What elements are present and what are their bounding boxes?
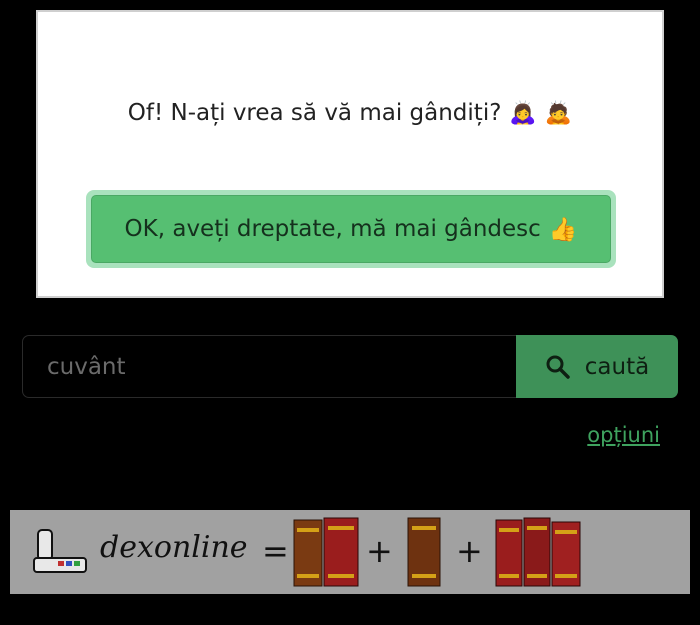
plus-sign-2: +	[456, 532, 483, 570]
search-button[interactable]: caută	[516, 335, 678, 398]
search-button-label: caută	[584, 353, 650, 380]
search-icon	[546, 355, 570, 379]
computer-icon	[33, 529, 87, 573]
thumbs-up-icon: 👍	[548, 216, 578, 243]
dexonline-banner: dexonline = + +	[10, 510, 690, 594]
options-link[interactable]: opțiuni	[587, 423, 660, 447]
bowing-woman-emoji: 🙇‍♀️	[509, 100, 537, 126]
search-form: caută	[22, 335, 678, 400]
ok-button-focus-ring: OK, aveți dreptate, mă mai gândesc 👍	[86, 190, 616, 268]
plus-sign-1: +	[366, 532, 393, 570]
book-stack-icon	[293, 517, 359, 587]
equals-sign: =	[262, 532, 289, 570]
dexonline-logo-text: dexonline	[100, 530, 248, 565]
bowing-person-emoji: 🙇	[544, 100, 573, 126]
search-input[interactable]	[22, 335, 518, 398]
dialog-message-row: Of! N-ați vrea să vă mai gândiți? 🙇‍♀️ 🙇	[38, 100, 662, 126]
book-icon	[407, 517, 441, 587]
dialog-message: Of! N-ați vrea să vă mai gândiți?	[127, 100, 502, 126]
ok-reconsider-button[interactable]: OK, aveți dreptate, mă mai gândesc 👍	[91, 195, 611, 263]
ok-button-label: OK, aveți dreptate, mă mai gândesc	[124, 216, 541, 242]
book-stack-large-icon	[495, 517, 581, 587]
reconsider-dialog: Of! N-ați vrea să vă mai gândiți? 🙇‍♀️ 🙇…	[36, 10, 664, 298]
